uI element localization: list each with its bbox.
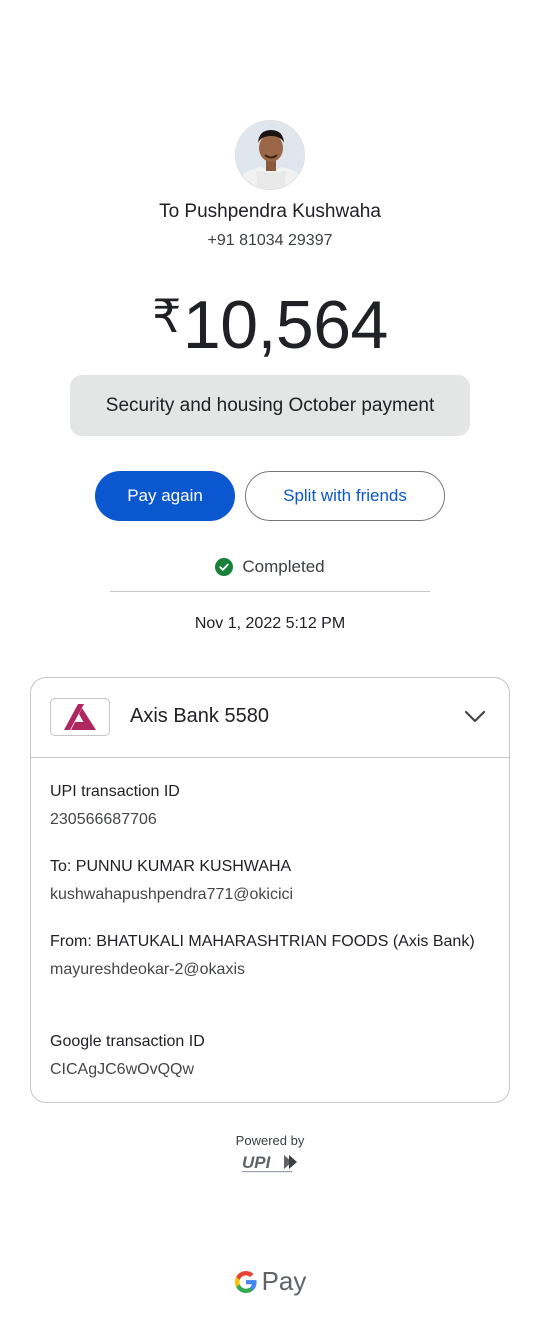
recipient-avatar bbox=[235, 120, 305, 190]
pay-again-button[interactable]: Pay again bbox=[95, 471, 235, 521]
split-with-friends-button[interactable]: Split with friends bbox=[245, 471, 445, 521]
svg-text:UPI: UPI bbox=[242, 1153, 272, 1172]
from-account-row: From: BHATUKALI MAHARASHTRIAN FOODS (Axi… bbox=[50, 929, 490, 981]
upi-logo: UPI bbox=[242, 1153, 297, 1173]
amount-value: 10,564 bbox=[182, 287, 388, 363]
detail-label: Google transaction ID bbox=[50, 1033, 205, 1050]
detail-value: mayureshdeokar-2@okaxis bbox=[50, 961, 245, 978]
detail-label: To: PUNNU KUMAR KUSHWAHA bbox=[50, 858, 292, 875]
upi-transaction-id-row: UPI transaction ID 230566687706 bbox=[50, 779, 490, 831]
detail-value: 230566687706 bbox=[50, 811, 157, 828]
transaction-details-card: Axis Bank 5580 UPI transaction ID 230566… bbox=[30, 677, 510, 1103]
detail-label: UPI transaction ID bbox=[50, 783, 180, 800]
detail-label: From: BHATUKALI MAHARASHTRIAN FOODS (Axi… bbox=[50, 933, 475, 950]
currency-symbol: ₹ bbox=[152, 290, 181, 342]
check-icon bbox=[215, 558, 234, 576]
powered-by-label: Powered by bbox=[235, 1133, 305, 1148]
detail-value: CICAgJC6wOvQQw bbox=[50, 1061, 195, 1078]
recipient-phone: +91 81034 29397 bbox=[207, 232, 333, 249]
axis-bank-logo bbox=[50, 698, 110, 736]
bank-account-name: Axis Bank 5580 bbox=[130, 705, 269, 727]
gpay-footer: Pay bbox=[0, 1266, 540, 1297]
pay-wordmark: Pay bbox=[261, 1266, 307, 1296]
payment-note: Security and housing October payment bbox=[70, 375, 470, 436]
transaction-datetime: Nov 1, 2022 5:12 PM bbox=[194, 615, 346, 632]
recipient-name: To Pushpendra Kushwaha bbox=[159, 201, 381, 222]
status-row: Completed bbox=[0, 557, 540, 577]
google-g-logo bbox=[234, 1270, 257, 1293]
divider bbox=[110, 591, 430, 592]
status-text: Completed bbox=[242, 557, 325, 576]
chevron-down-icon bbox=[464, 710, 486, 723]
to-account-row: To: PUNNU KUMAR KUSHWAHA kushwahapushpen… bbox=[50, 854, 490, 906]
payment-amount: ₹10,564 bbox=[0, 276, 540, 365]
detail-value: kushwahapushpendra771@okicici bbox=[50, 886, 294, 903]
google-transaction-id-row: Google transaction ID CICAgJC6wOvQQw bbox=[50, 1029, 490, 1081]
bank-account-toggle[interactable]: Axis Bank 5580 bbox=[31, 678, 509, 758]
